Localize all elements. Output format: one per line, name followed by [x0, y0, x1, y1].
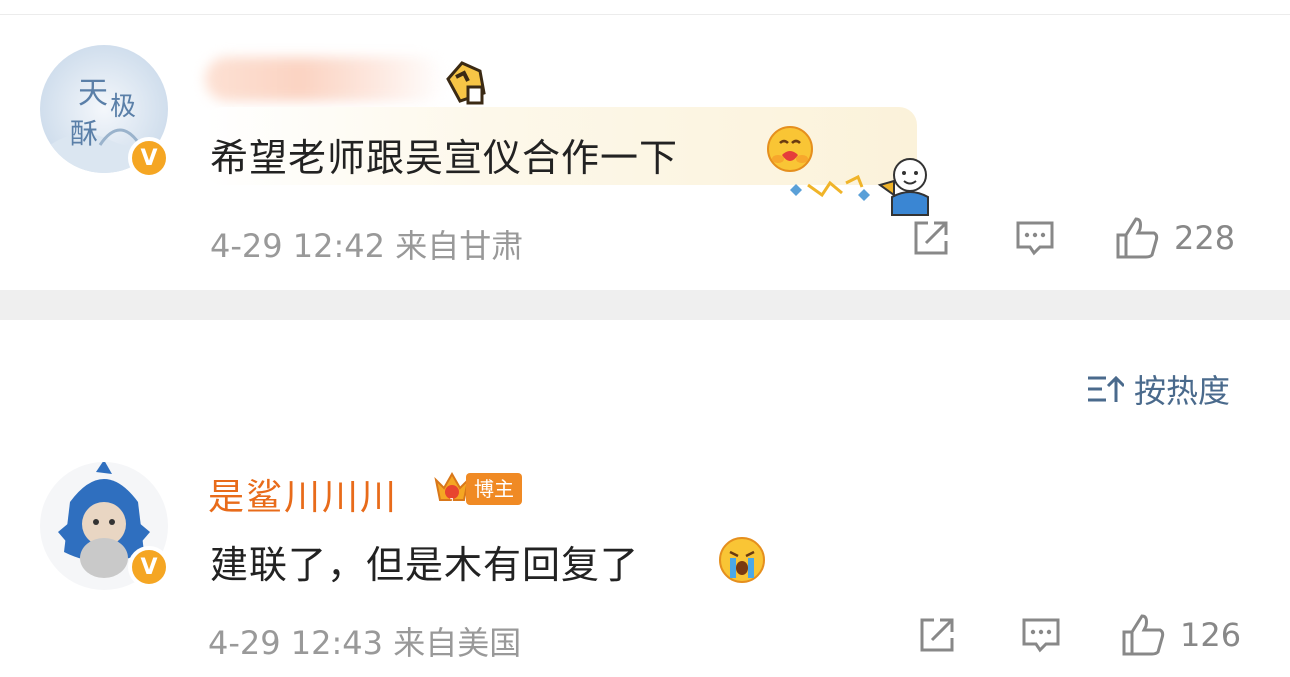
svg-text:极: 极	[110, 92, 136, 122]
comment-meta: 4-29 12:42 来自甘肃	[210, 221, 523, 267]
share-button[interactable]	[908, 215, 954, 261]
fan-badge-icon	[446, 61, 486, 105]
blogger-badge: 1 博主	[432, 470, 522, 508]
svg-text:天: 天	[78, 76, 108, 111]
location: 来自甘肃	[395, 227, 524, 265]
sort-toggle[interactable]: 按热度	[1086, 366, 1230, 412]
like-count: 126	[1180, 616, 1242, 654]
comment-item: 天 极 酥 V 希望老师跟吴宣仪合作一下 4-29 12:42 来自甘肃 228	[0, 15, 1290, 290]
verified-icon: V	[128, 546, 170, 588]
crying-emoji-icon	[719, 537, 765, 583]
timestamp: 4-29 12:42	[210, 227, 386, 265]
username[interactable]: 是鲨川川川	[208, 468, 398, 520]
like-button[interactable]: 126	[1120, 612, 1241, 658]
share-icon	[920, 618, 954, 652]
username-blurred[interactable]	[205, 57, 445, 101]
svg-text:酥: 酥	[70, 117, 98, 150]
verified-icon: V	[128, 137, 170, 179]
svg-text:1: 1	[449, 497, 455, 508]
comment-meta: 4-29 12:43 来自美国	[208, 618, 521, 664]
thumbs-up-icon	[1122, 614, 1165, 656]
comment-text: 建联了，但是木有回复了	[210, 543, 640, 587]
comment-icon	[1016, 221, 1054, 256]
comment-text: 希望老师跟吴宣仪合作一下	[210, 136, 679, 180]
reply-button[interactable]	[1018, 612, 1064, 658]
section-divider	[0, 290, 1290, 320]
comment-icon	[1022, 618, 1060, 653]
blogger-tag: 博主	[466, 473, 522, 505]
like-button[interactable]: 228	[1114, 215, 1235, 261]
location: 来自美国	[393, 624, 522, 662]
reply-button[interactable]	[1012, 215, 1058, 261]
share-icon	[914, 221, 948, 255]
cheering-sticker-icon	[790, 158, 929, 216]
thumbs-up-icon	[1116, 217, 1159, 259]
top-divider	[0, 0, 1290, 15]
sort-label: 按热度	[1134, 372, 1231, 410]
timestamp: 4-29 12:43	[208, 624, 384, 662]
comment-item: V 是鲨川川川 1 博主 建联了，但是木有回复了 4-29 12:43 来自美国	[0, 440, 1290, 677]
sort-icon	[1088, 375, 1124, 402]
share-button[interactable]	[914, 612, 960, 658]
like-count: 228	[1174, 219, 1236, 257]
